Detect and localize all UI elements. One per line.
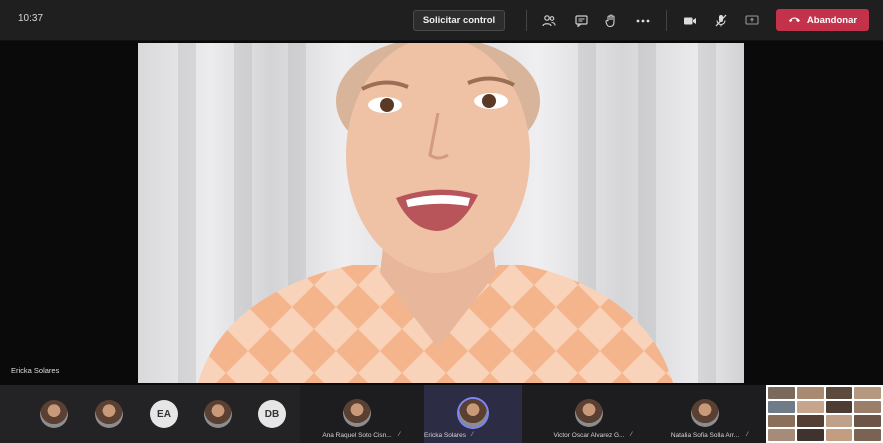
gallery-view-thumbnail[interactable] <box>766 385 883 443</box>
participant-avatar <box>343 399 371 427</box>
avatar-initials: DB <box>264 408 280 420</box>
chat-icon[interactable] <box>570 10 592 31</box>
leave-button[interactable]: Abandonar <box>776 9 869 31</box>
gallery-cell <box>768 387 795 399</box>
participant-avatar[interactable]: EA <box>150 400 178 428</box>
mic-muted-icon: ⁄ <box>747 432 749 438</box>
participant-avatar[interactable] <box>40 400 68 428</box>
meeting-toolbar: 10:37 Solicitar control Abandonar <box>0 0 883 41</box>
gallery-cell <box>854 387 881 399</box>
mic-muted-icon: ⁄ <box>631 432 633 438</box>
speaker-figure <box>198 43 673 383</box>
gallery-cell <box>796 387 824 399</box>
gallery-cell <box>854 401 881 413</box>
participant-avatar <box>691 399 719 427</box>
gallery-cell <box>796 401 824 413</box>
phone-hangup-icon <box>788 15 801 26</box>
mic-muted-icon[interactable] <box>710 10 732 31</box>
gallery-cell <box>796 415 824 427</box>
participant-strip: EA DB Ana Raquel Soto Cisn... ⁄ Ericka S… <box>0 385 883 443</box>
main-video-stage: Ericka Solares <box>0 41 883 385</box>
participant-avatar-group: EA DB <box>0 385 300 443</box>
participant-name: Natalia Sofia Solla Arr... <box>670 432 740 439</box>
toolbar-divider <box>526 10 527 31</box>
gallery-cell <box>825 387 853 399</box>
mic-muted-icon: ⁄ <box>472 432 474 438</box>
raise-hand-icon[interactable] <box>600 10 622 31</box>
participant-name: Ana Raquel Soto Cisn... <box>322 432 392 439</box>
participant-avatar <box>459 399 487 427</box>
gallery-cell <box>768 415 795 427</box>
participant-avatar[interactable]: DB <box>258 400 286 428</box>
toolbar-divider <box>666 10 667 31</box>
gallery-cell <box>854 429 881 441</box>
participant-tile[interactable]: Ana Raquel Soto Cisn... ⁄ <box>308 385 406 443</box>
more-icon[interactable] <box>632 10 654 31</box>
gallery-cell <box>768 401 795 413</box>
participant-tile[interactable]: Victor Oscar Alvarez G... ⁄ <box>540 385 638 443</box>
meeting-timer: 10:37 <box>18 13 44 24</box>
share-screen-icon[interactable] <box>741 10 763 31</box>
gallery-cell <box>825 429 853 441</box>
avatar-initials: EA <box>157 408 171 420</box>
participant-avatar <box>575 399 603 427</box>
request-control-button[interactable]: Solicitar control <box>413 10 505 31</box>
gallery-cell <box>825 401 853 413</box>
participant-tile[interactable]: Natalia Sofia Solla Arr... ⁄ <box>656 385 754 443</box>
speaker-name-label: Ericka Solares <box>11 366 60 375</box>
participants-icon[interactable] <box>538 10 560 31</box>
gallery-cell <box>796 429 824 441</box>
participant-name: Ericka Solares <box>424 432 466 439</box>
participant-avatar[interactable] <box>95 400 123 428</box>
participant-name: Victor Oscar Alvarez G... <box>553 432 625 439</box>
camera-icon[interactable] <box>679 10 701 31</box>
gallery-cell <box>825 415 853 427</box>
participant-tile-active-speaker[interactable]: Ericka Solares ⁄ <box>424 385 522 443</box>
speaker-video <box>138 43 744 383</box>
participant-avatar[interactable] <box>204 400 232 428</box>
leave-button-label: Abandonar <box>806 14 858 26</box>
gallery-cell <box>768 429 795 441</box>
gallery-cell <box>854 415 881 427</box>
